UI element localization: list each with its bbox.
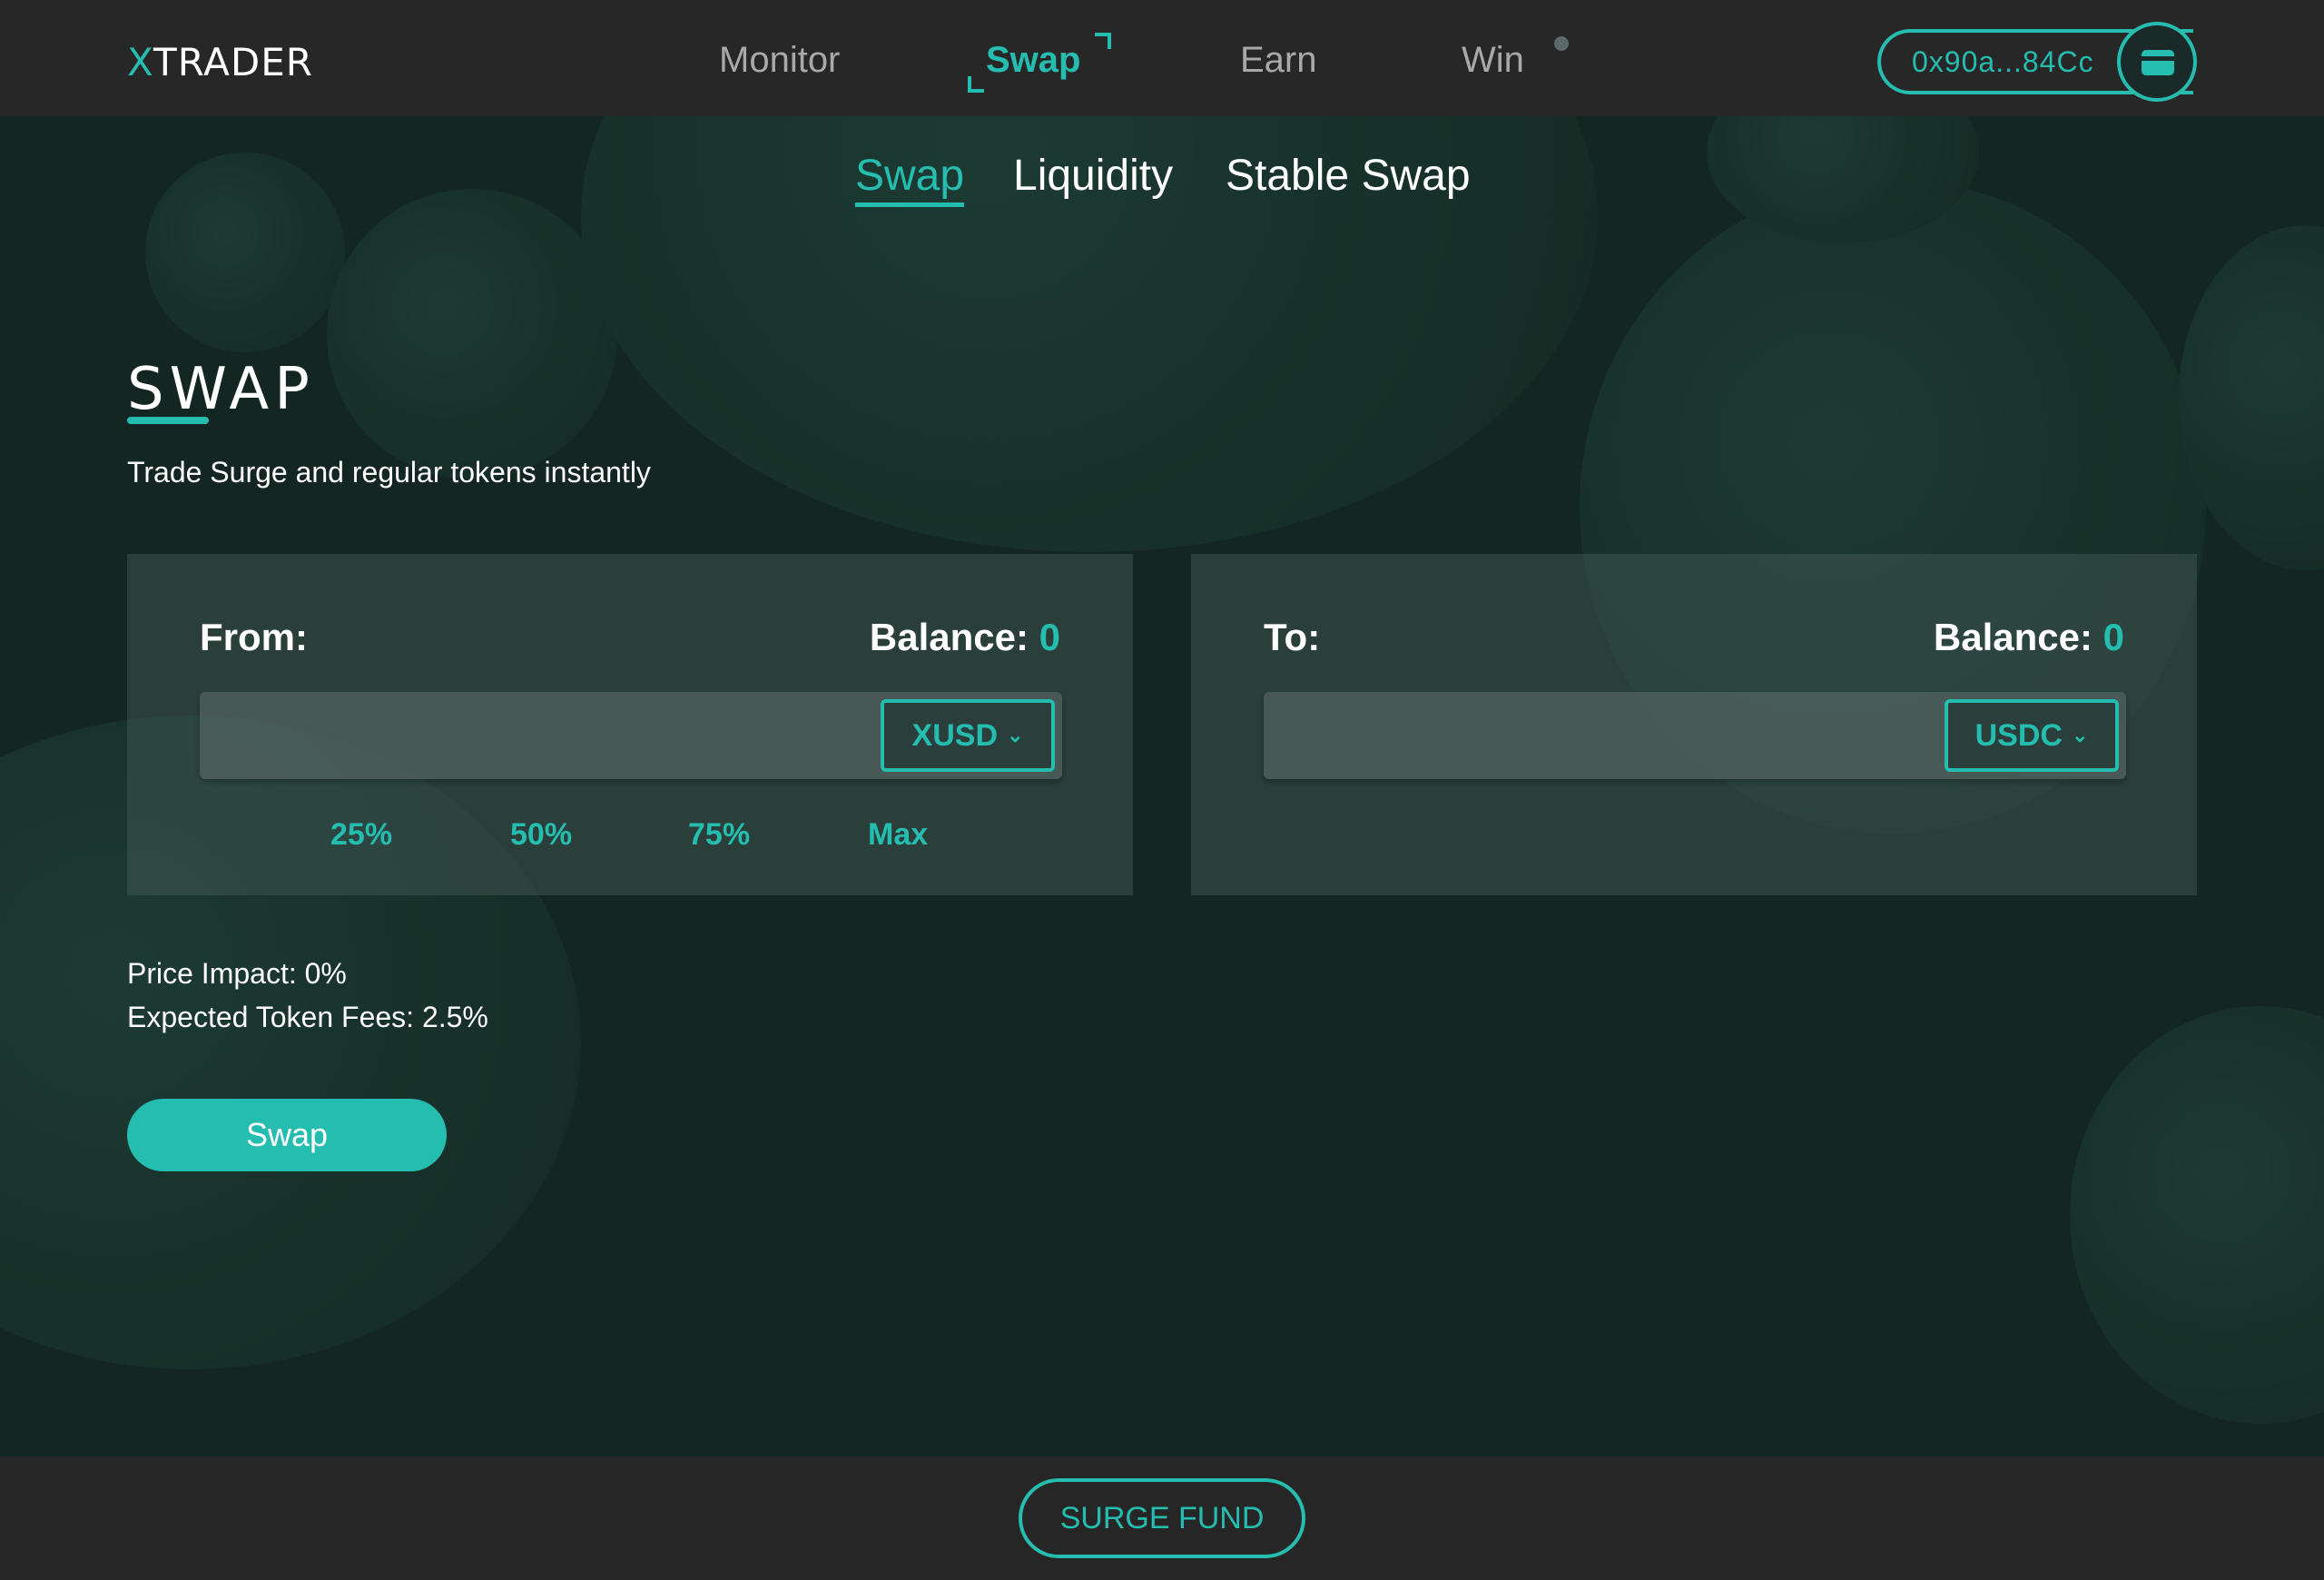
chevron-down-icon: ⌄ xyxy=(2071,724,2089,746)
background-bubble xyxy=(327,189,617,479)
nav-swap[interactable]: Swap xyxy=(986,40,1080,81)
from-balance-label: Balance: xyxy=(869,616,1029,658)
active-bracket-bottom-icon xyxy=(968,76,984,93)
price-impact: Price Impact: 0% xyxy=(127,957,347,990)
percent-50-button[interactable]: 50% xyxy=(510,817,572,853)
to-balance-label: Balance: xyxy=(1933,616,2093,658)
main-content: Swap Liquidity Stable Swap SWAP Trade Su… xyxy=(0,116,2324,1457)
logo-text: TRADER xyxy=(153,40,313,84)
page-description: Trade Surge and regular tokens instantly xyxy=(127,456,651,489)
title-underline xyxy=(127,417,209,424)
logo-x: X xyxy=(127,40,154,84)
from-amount-input[interactable] xyxy=(200,692,872,779)
nav-monitor[interactable]: Monitor xyxy=(719,40,840,81)
active-subtab-indicator xyxy=(855,202,964,207)
top-navigation-bar: XTRADER Monitor Swap Earn Win 0x90a...84… xyxy=(0,0,2324,116)
swap-subtabs: Swap Liquidity Stable Swap xyxy=(0,116,2324,225)
nav-earn[interactable]: Earn xyxy=(1240,40,1317,81)
percent-max-button[interactable]: Max xyxy=(868,817,928,853)
to-panel: To: Balance: 0 USDC ⌄ xyxy=(1191,554,2197,895)
notification-dot-icon xyxy=(1554,36,1569,51)
subtab-liquidity[interactable]: Liquidity xyxy=(1013,151,1173,201)
from-token-symbol: XUSD xyxy=(911,718,999,753)
background-bubble xyxy=(2070,1006,2324,1424)
from-amount-box: XUSD ⌄ xyxy=(200,692,1062,779)
to-token-symbol: USDC xyxy=(1974,718,2063,753)
wallet-address: 0x90a...84Cc xyxy=(1912,45,2094,78)
percent-75-button[interactable]: 75% xyxy=(688,817,750,853)
from-label: From: xyxy=(200,616,308,658)
wallet-card-icon xyxy=(2142,50,2174,75)
from-balance: Balance: 0 xyxy=(870,616,1060,659)
swap-button[interactable]: Swap xyxy=(127,1099,447,1171)
page-title: SWAP xyxy=(127,356,315,423)
subtab-swap[interactable]: Swap xyxy=(855,151,964,201)
active-bracket-top-icon xyxy=(1095,33,1111,49)
from-balance-value: 0 xyxy=(1039,616,1060,658)
wallet-button[interactable] xyxy=(2117,22,2197,102)
from-panel: From: Balance: 0 XUSD ⌄ 25% 50% 75% Max xyxy=(127,554,1133,895)
xtrader-logo[interactable]: XTRADER xyxy=(127,40,313,84)
from-token-select[interactable]: XUSD ⌄ xyxy=(881,699,1055,772)
to-balance-value: 0 xyxy=(2102,616,2124,658)
subtab-stable-swap[interactable]: Stable Swap xyxy=(1226,151,1471,201)
to-amount-box: USDC ⌄ xyxy=(1264,692,2126,779)
to-token-select[interactable]: USDC ⌄ xyxy=(1945,699,2119,772)
surge-fund-button[interactable]: SURGE FUND xyxy=(1019,1478,1305,1558)
to-label: To: xyxy=(1264,616,1321,658)
percent-25-button[interactable]: 25% xyxy=(330,817,392,853)
to-balance: Balance: 0 xyxy=(1934,616,2124,659)
expected-token-fees: Expected Token Fees: 2.5% xyxy=(127,1001,488,1033)
to-amount-input[interactable] xyxy=(1264,692,1935,779)
chevron-down-icon: ⌄ xyxy=(1007,724,1024,746)
footer-bar: SURGE FUND xyxy=(0,1457,2324,1580)
nav-win[interactable]: Win xyxy=(1462,40,1524,81)
